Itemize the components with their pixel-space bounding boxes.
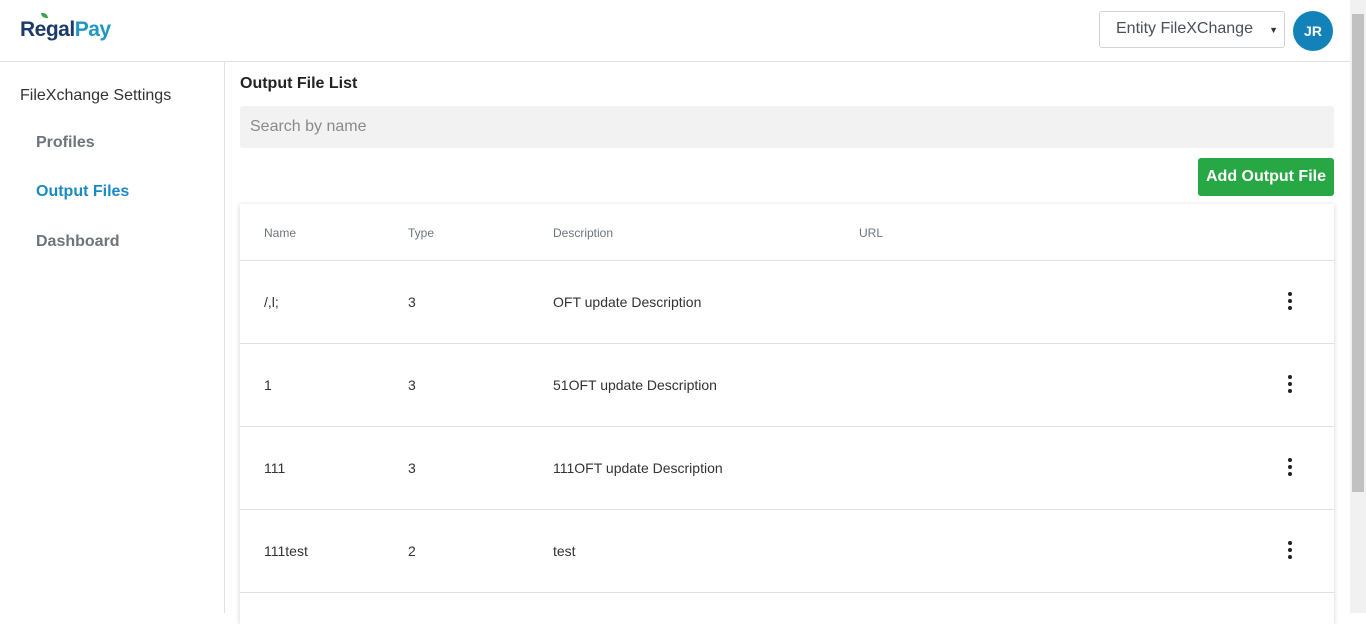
entity-select-value: Entity FileXChange xyxy=(1116,20,1253,37)
more-options-icon[interactable] xyxy=(1280,290,1300,314)
more-options-icon[interactable] xyxy=(1280,456,1300,480)
column-header-description[interactable]: Description xyxy=(553,226,613,240)
table-row[interactable]: 1 3 51OFT update Description xyxy=(240,344,1334,427)
table-row[interactable]: 111test 2 test xyxy=(240,510,1334,593)
cell-name: 111test xyxy=(264,543,308,559)
cell-name: 111 xyxy=(264,460,286,476)
sidebar-item-profiles[interactable]: Profiles xyxy=(36,134,95,152)
sidebar-item-dashboard[interactable]: Dashboard xyxy=(36,233,120,251)
cell-name: 1 xyxy=(264,377,272,393)
add-output-file-button[interactable]: Add Output File xyxy=(1198,158,1334,196)
search-input[interactable] xyxy=(240,106,1334,148)
cell-description: 51OFT update Description xyxy=(553,377,717,393)
cell-type: 3 xyxy=(408,460,416,476)
scrollbar-thumb[interactable] xyxy=(1352,14,1364,492)
more-options-icon[interactable] xyxy=(1280,539,1300,563)
page-scrollbar[interactable] xyxy=(1350,0,1366,613)
table-header: Name Type Description URL xyxy=(240,204,1334,261)
sidebar-item-output-files[interactable]: Output Files xyxy=(36,183,129,201)
column-header-url[interactable]: URL xyxy=(859,226,883,240)
cell-type: 2 xyxy=(408,543,416,559)
regalpay-logo[interactable]: RegalPay xyxy=(20,13,111,42)
cell-name: /,l; xyxy=(264,294,279,310)
cell-description: 111OFT update Description xyxy=(553,460,723,476)
cell-description: test xyxy=(553,543,576,559)
cell-description: OFT update Description xyxy=(553,294,702,310)
column-header-name[interactable]: Name xyxy=(264,226,296,240)
user-avatar[interactable]: JR xyxy=(1293,11,1333,51)
sidebar: FileXchange Settings Profiles Output Fil… xyxy=(0,62,225,613)
cell-type: 3 xyxy=(408,377,416,393)
column-header-type[interactable]: Type xyxy=(408,226,434,240)
table-row[interactable]: 111 3 111OFT update Description xyxy=(240,427,1334,510)
cell-type: 3 xyxy=(408,294,416,310)
output-file-table: Name Type Description URL /,l; 3 OFT upd… xyxy=(240,204,1334,624)
more-options-icon[interactable] xyxy=(1280,373,1300,397)
table-row[interactable]: /,l; 3 OFT update Description xyxy=(240,261,1334,344)
page-title: Output File List xyxy=(240,75,358,92)
top-bar: RegalPay Entity FileXChange ▼ JR xyxy=(0,0,1350,62)
entity-select[interactable]: Entity FileXChange ▼ xyxy=(1099,11,1285,48)
chevron-down-icon: ▼ xyxy=(1269,25,1278,35)
sidebar-title: FileXchange Settings xyxy=(20,87,172,104)
